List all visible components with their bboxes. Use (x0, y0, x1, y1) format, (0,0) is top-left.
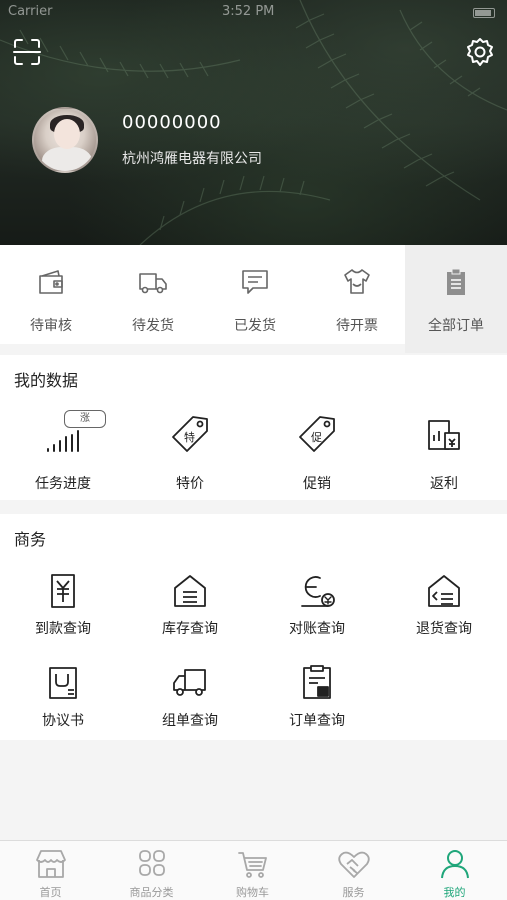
biz-agreement[interactable]: 协议书 (0, 664, 126, 734)
order-pending-review[interactable]: 待审核 (0, 245, 102, 344)
rebate-icon (428, 420, 460, 450)
tag-special-icon: 特 (172, 416, 208, 452)
profile-screen: Carrier 3:52 PM 00000000 杭州鸿雁电器有限公司 待审核 … (0, 0, 507, 900)
home-store-icon (36, 850, 66, 878)
tab-label: 商品分类 (129, 886, 174, 899)
tab-home[interactable]: 首页 (0, 841, 101, 900)
user-name: 00000000 (122, 112, 222, 133)
tab-label: 购物车 (236, 886, 269, 899)
payment-icon (51, 574, 75, 608)
return-icon (428, 575, 460, 607)
status-bar: Carrier 3:52 PM (0, 4, 507, 22)
biz-inventory-query[interactable]: 库存查询 (127, 572, 253, 642)
order-pending-invoice[interactable]: 待开票 (306, 245, 408, 344)
order-shipped[interactable]: 已发货 (204, 245, 306, 344)
data-item-label: 特价 (176, 476, 204, 492)
biz-order-query[interactable]: 订单查询 (254, 664, 380, 734)
order-label: 待审核 (30, 318, 72, 334)
tag-text: 特 (184, 430, 195, 444)
agreement-icon (49, 667, 77, 699)
reconcile-icon (301, 576, 335, 607)
battery-icon (473, 8, 495, 18)
status-time: 3:52 PM (222, 4, 275, 19)
order-status-bar: 待审核 待发货 已发货 待开票 全部订单 (0, 245, 507, 353)
order-pending-shipment[interactable]: 待发货 (102, 245, 204, 344)
scan-icon (13, 39, 41, 65)
data-item-task-progress[interactable]: 任务进度 (0, 415, 126, 500)
bar-progress-icon (47, 430, 79, 452)
order-label: 待开票 (336, 318, 378, 334)
user-icon (441, 850, 469, 879)
cart-icon (238, 852, 267, 878)
settings-button[interactable] (465, 37, 495, 67)
delivery-icon (173, 669, 206, 696)
data-item-promotion[interactable]: 促 促销 (254, 415, 380, 500)
biz-return-query[interactable]: 退货查询 (381, 572, 507, 642)
truck-icon (139, 273, 167, 294)
tab-service[interactable]: 服务 (303, 841, 404, 900)
data-item-special-price[interactable]: 特 特价 (127, 415, 253, 500)
order-icon (303, 665, 331, 699)
biz-label: 库存查询 (162, 621, 218, 637)
clipboard-icon (447, 268, 465, 295)
data-item-label: 促销 (303, 476, 331, 492)
tab-cart[interactable]: 购物车 (202, 841, 303, 900)
biz-payment-query[interactable]: 到款查询 (0, 572, 126, 642)
my-data-title: 我的数据 (14, 371, 79, 390)
category-icon (139, 850, 165, 876)
data-item-label: 任务进度 (35, 476, 91, 492)
profile-header: Carrier 3:52 PM 00000000 杭州鸿雁电器有限公司 (0, 0, 507, 245)
company-name: 杭州鸿雁电器有限公司 (122, 151, 262, 167)
biz-label: 订单查询 (289, 713, 345, 729)
avatar[interactable] (32, 107, 98, 173)
gear-icon (467, 38, 493, 66)
biz-label: 组单查询 (162, 713, 218, 729)
tab-bar: 首页 商品分类 购物车 服务 我的 (0, 840, 507, 900)
order-label: 待发货 (132, 318, 174, 334)
biz-group-order-query[interactable]: 组单查询 (127, 664, 253, 734)
tab-category[interactable]: 商品分类 (101, 841, 202, 900)
biz-reconcile-query[interactable]: 对账查询 (254, 572, 380, 642)
biz-label: 退货查询 (416, 621, 472, 637)
tab-label: 服务 (342, 886, 365, 899)
biz-label: 到款查询 (35, 621, 91, 637)
tag-text: 促 (311, 430, 322, 444)
message-icon (242, 270, 268, 294)
biz-label: 对账查询 (289, 621, 345, 637)
tag-promo-icon: 促 (299, 416, 335, 452)
order-label: 已发货 (234, 318, 276, 334)
warehouse-icon (174, 575, 206, 607)
business-title: 商务 (14, 530, 47, 549)
tab-label: 我的 (443, 886, 466, 899)
handshake-icon (338, 851, 370, 878)
order-all[interactable]: 全部订单 (405, 245, 507, 353)
order-label: 全部订单 (428, 318, 484, 334)
data-item-label: 返利 (430, 476, 458, 492)
tab-label: 首页 (39, 886, 62, 899)
tab-mine[interactable]: 我的 (404, 841, 505, 900)
wallet-icon (39, 270, 63, 294)
scan-button[interactable] (12, 37, 42, 67)
biz-label: 协议书 (42, 713, 84, 729)
status-carrier: Carrier (8, 4, 53, 19)
shirt-icon (344, 269, 370, 294)
data-item-rebate[interactable]: 返利 (381, 415, 507, 500)
